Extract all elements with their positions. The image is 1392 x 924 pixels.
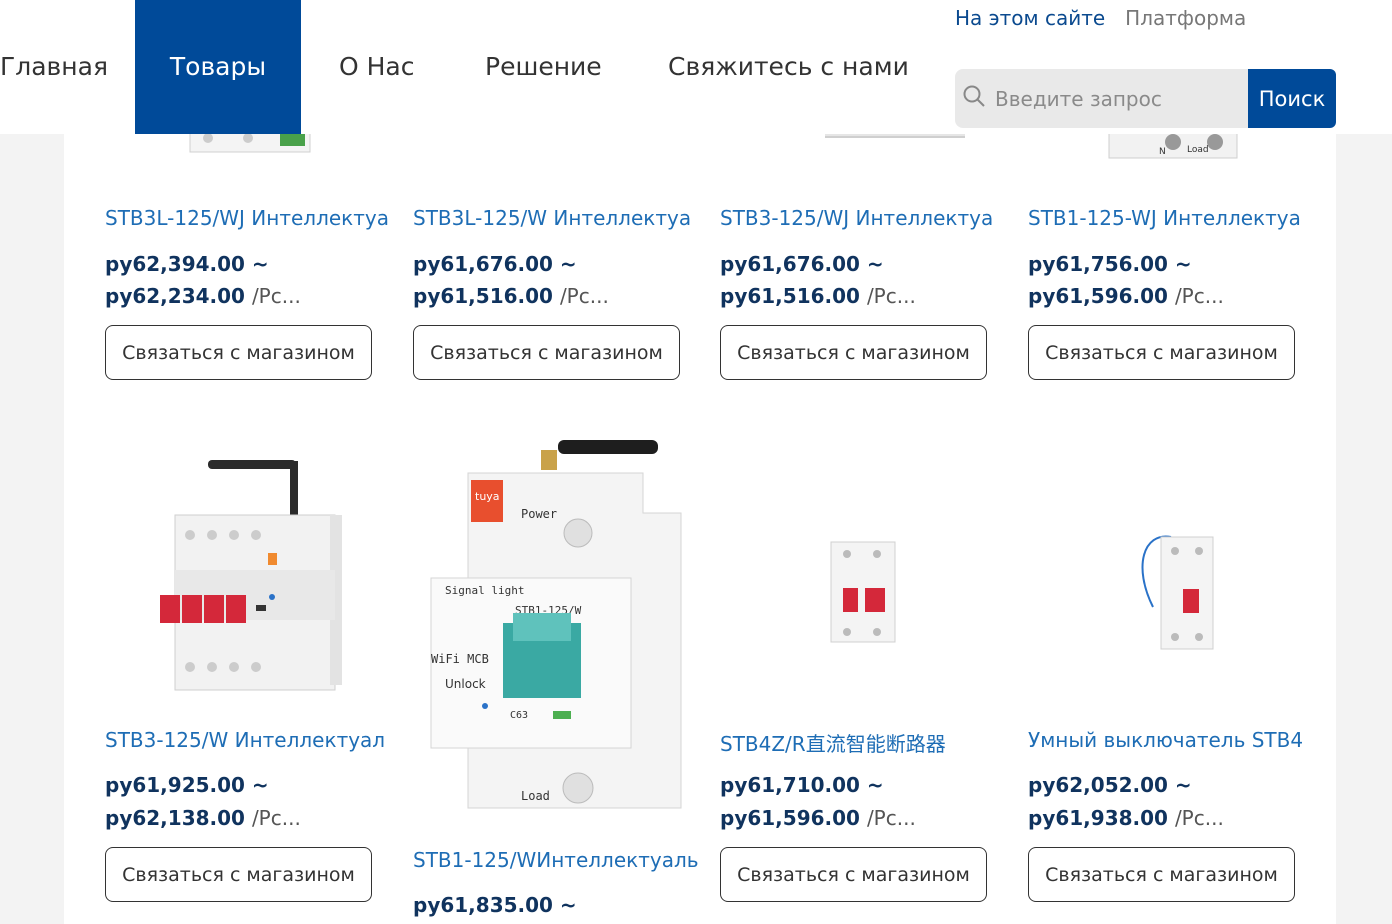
unlock-label: Unlock	[445, 677, 486, 691]
tuya-logo-text: tuya	[475, 490, 500, 503]
power-label: Power	[521, 507, 557, 521]
contact-store-button[interactable]: Связаться с магазином	[413, 325, 680, 380]
product-price-to: ру62,234.00 /Pc...	[105, 284, 301, 308]
product-price-from: ру61,925.00 ~	[105, 773, 269, 797]
wifi-label: WiFi MCB	[431, 652, 489, 666]
nav-item-label: Главная	[0, 51, 108, 81]
svg-text:Load: Load	[1187, 145, 1209, 155]
product-price-from: ру61,835.00 ~	[413, 893, 577, 917]
nav-item-label: Товары	[169, 51, 267, 81]
nav-item-contact[interactable]: Свяжитесь с нами	[668, 0, 909, 134]
search-input[interactable]	[995, 69, 1235, 128]
product-price-to: ру62,138.00 /Pc...	[105, 806, 301, 830]
product-title[interactable]: STB3L-125/WJ Интеллектуа	[105, 206, 395, 230]
svg-text:N: N	[1159, 147, 1166, 157]
product-image[interactable]: N Load	[1028, 130, 1318, 162]
product-price-from: ру61,676.00 ~	[413, 252, 577, 276]
product-price-to: ру61,938.00 /Pc...	[1028, 806, 1224, 830]
product-price-to: ру61,596.00 /Pc...	[720, 806, 916, 830]
top-links: На этом сайте Платформа	[955, 6, 1246, 30]
contact-store-button[interactable]: Связаться с магазином	[105, 847, 372, 902]
product-price-to: ру61,596.00 /Pc...	[1028, 284, 1224, 308]
nav-item-products[interactable]: Товары	[135, 0, 301, 134]
on-this-site-link[interactable]: На этом сайте	[955, 6, 1105, 30]
c63-label: C63	[510, 710, 528, 721]
product-price-from: ру61,710.00 ~	[720, 773, 884, 797]
product-title[interactable]: STB3-125/WJ Интеллектуа	[720, 206, 1010, 230]
nav-item-label: Свяжитесь с нами	[668, 51, 909, 81]
product-price-to: ру61,516.00 /Pc...	[413, 284, 609, 308]
product-title[interactable]: STB1-125-WJ Интеллектуа	[1028, 206, 1318, 230]
search-icon	[963, 85, 985, 107]
product-title[interactable]: STB4Z/R直流智能断路器	[720, 728, 1010, 757]
product-title[interactable]: STB3-125/W Интеллектуал	[105, 728, 395, 752]
nav-item-about[interactable]: О Нас	[339, 0, 415, 134]
search-button[interactable]: Поиск	[1248, 69, 1336, 128]
product-title[interactable]: STB1-125/WИнтеллектуаль	[413, 848, 703, 872]
nav-item-home[interactable]: Главная	[0, 0, 120, 134]
product-price-from: ру61,756.00 ~	[1028, 252, 1192, 276]
nav-item-solution[interactable]: Решение	[485, 0, 602, 134]
contact-store-button[interactable]: Связаться с магазином	[1028, 847, 1295, 902]
product-grid: STB3L-125/WJ Интеллектуа ру62,394.00 ~ р…	[64, 0, 1336, 924]
search-bar: Поиск	[955, 69, 1336, 128]
product-image[interactable]	[720, 540, 1010, 645]
signal-label: Signal light	[445, 584, 524, 597]
search-box	[955, 69, 1248, 128]
product-price-from: ру61,676.00 ~	[720, 252, 884, 276]
site-header: Главная Товары О Нас Решение Свяжитесь с…	[0, 0, 1392, 134]
nav-item-label: Решение	[485, 51, 602, 81]
product-price-from: ру62,394.00 ~	[105, 252, 269, 276]
product-image[interactable]	[105, 455, 395, 695]
load-label: Load	[521, 789, 550, 803]
product-price-from: ру62,052.00 ~	[1028, 773, 1192, 797]
contact-store-button[interactable]: Связаться с магазином	[720, 325, 987, 380]
platform-link[interactable]: Платформа	[1125, 6, 1246, 30]
contact-store-button[interactable]: Связаться с магазином	[720, 847, 987, 902]
product-price-to: ру61,516.00 /Pc...	[720, 284, 916, 308]
nav-item-label: О Нас	[339, 51, 415, 81]
product-image[interactable]: tuya Power Signal light STB1-125/W WiFi …	[413, 438, 703, 833]
product-title[interactable]: STB3L-125/W Интеллектуа	[413, 206, 703, 230]
product-image[interactable]	[1028, 527, 1318, 652]
contact-store-button[interactable]: Связаться с магазином	[105, 325, 372, 380]
contact-store-button[interactable]: Связаться с магазином	[1028, 325, 1295, 380]
product-title[interactable]: Умный выключатель STB4	[1028, 728, 1318, 752]
